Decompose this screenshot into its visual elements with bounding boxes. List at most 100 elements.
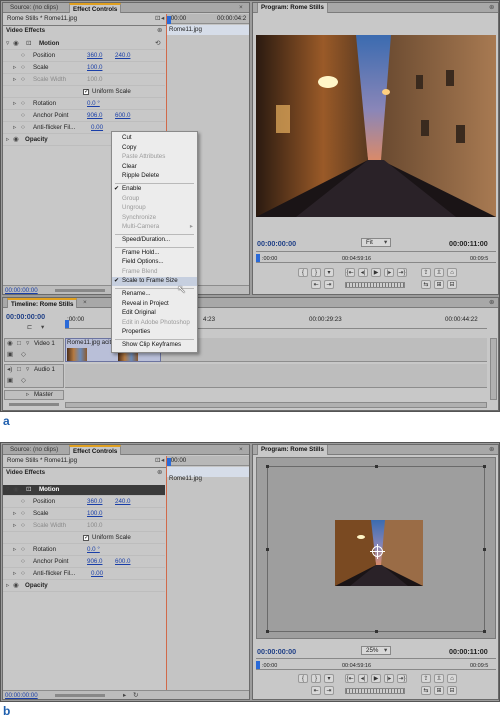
jog-slider[interactable] (345, 688, 405, 694)
marker-icon[interactable]: ▾ (324, 674, 334, 683)
fit-dropdown[interactable]: Fit ▾ (361, 238, 391, 247)
playhead-marker[interactable] (256, 661, 260, 669)
go-to-next-edit-icon[interactable]: ⇥ (324, 280, 334, 289)
expand-icon[interactable]: ▹ (13, 546, 16, 554)
vertical-scrollbar[interactable] (490, 338, 497, 400)
anchor-x-value[interactable]: 906.0 (87, 112, 102, 120)
safe-margin-icon[interactable]: ⊟ (447, 280, 457, 289)
rotation-value[interactable]: 0.0 ° (87, 100, 100, 108)
scale-value[interactable]: 100.0 (87, 510, 102, 518)
menu-item[interactable]: Reveal in Project (112, 300, 197, 309)
play-audio-icon[interactable]: ▸ (123, 692, 126, 699)
close-icon[interactable]: × (239, 4, 243, 12)
menu-item[interactable]: Ripple Delete (112, 172, 197, 181)
tab-timeline[interactable]: Timeline: Rome Stills (7, 298, 78, 308)
tab-effect-controls[interactable]: Effect Controls (69, 445, 122, 455)
mark-out-icon[interactable]: } (311, 674, 321, 683)
handle[interactable] (375, 630, 378, 633)
loop-icon[interactable]: ↻ (133, 692, 138, 699)
ec-time[interactable]: 00:00:00:00 (5, 692, 38, 699)
menu-item[interactable]: Show Clip Keyframes (112, 341, 197, 350)
expand-icon[interactable]: ▹ (13, 64, 16, 72)
stopwatch-icon[interactable]: ○ (21, 570, 25, 578)
extract-icon[interactable]: ⇫ (434, 674, 444, 683)
handle[interactable] (483, 548, 486, 551)
go-to-out-icon[interactable]: ⇥} (397, 268, 407, 277)
go-to-out-icon[interactable]: ⇥} (397, 674, 407, 683)
stopwatch-icon[interactable]: ○ (21, 510, 25, 518)
panel-menu-icon[interactable]: ⊛ (489, 4, 494, 12)
speaker-icon[interactable]: ◂) (7, 366, 12, 374)
stopwatch-icon[interactable]: ○ (21, 112, 25, 120)
anchor-crosshair-icon[interactable] (370, 544, 385, 559)
collapse-icon[interactable]: ◂ (161, 15, 164, 23)
stopwatch-icon[interactable]: ○ (21, 546, 25, 554)
timeline-scrollbar[interactable] (65, 402, 487, 408)
stopwatch-icon[interactable]: ○ (21, 100, 25, 108)
safe-margin-icon[interactable]: ⊟ (447, 686, 457, 695)
position-x-value[interactable]: 360.0 (87, 52, 102, 60)
handle[interactable] (375, 465, 378, 468)
close-icon[interactable]: × (239, 446, 243, 454)
lock-icon[interactable]: □ (17, 366, 21, 374)
anchor-y-value[interactable]: 600.0 (115, 112, 130, 120)
stopwatch-icon[interactable]: ○ (21, 124, 25, 132)
tab-source[interactable]: Source: (no clips) (7, 3, 61, 13)
output-icon[interactable]: ⊞ (434, 280, 444, 289)
handle[interactable] (483, 630, 486, 633)
go-to-prev-edit-icon[interactable]: ⇤ (311, 686, 321, 695)
tab-source[interactable]: Source: (no clips) (7, 445, 61, 455)
step-forward-icon[interactable]: |▸ (384, 268, 394, 277)
export-frame-icon[interactable]: ⌂ (447, 674, 457, 683)
opacity-row[interactable]: ▹ ◉ Opacity (3, 581, 165, 592)
mark-out-icon[interactable]: } (311, 268, 321, 277)
lift-icon[interactable]: ⇪ (421, 268, 431, 277)
program-ruler[interactable]: :00:00 00:04:59:16 00:09:5 (256, 658, 496, 670)
panel-options-icon[interactable]: ⊡ (155, 457, 160, 465)
step-forward-icon[interactable]: |▸ (384, 674, 394, 683)
timeline-current-time[interactable]: 00:00:00:00 (6, 312, 45, 321)
position-y-value[interactable]: 240.0 (115, 498, 130, 506)
effect-toggle-icon[interactable]: ◉ (13, 136, 19, 144)
antiflicker-value[interactable]: 0.00 (91, 570, 103, 578)
menu-item[interactable]: Clear (112, 163, 197, 172)
expand-icon[interactable]: ▹ (13, 570, 16, 578)
trim-icon[interactable]: ⇆ (421, 686, 431, 695)
export-frame-icon[interactable]: ⌂ (447, 268, 457, 277)
panel-options-icon[interactable]: ⊡ (155, 15, 160, 23)
uniform-scale-checkbox[interactable]: ✓ (83, 89, 89, 95)
panel-menu-icon[interactable]: ⊛ (489, 299, 494, 307)
effects-menu-icon[interactable]: ⊛ (157, 469, 162, 477)
menu-item[interactable]: Field Options... (112, 258, 197, 267)
display-style-icon[interactable]: ▣ (7, 351, 13, 359)
marker-icon[interactable]: ▾ (41, 324, 44, 332)
snap-icon[interactable]: ⊏ (27, 324, 32, 332)
extract-icon[interactable]: ⇫ (434, 268, 444, 277)
effects-menu-icon[interactable]: ⊛ (157, 27, 162, 35)
playhead-marker[interactable] (256, 254, 260, 262)
tab-program[interactable]: Program: Rome Stills (257, 445, 328, 455)
menu-item[interactable]: ✔ Enable (112, 185, 197, 194)
trim-icon[interactable]: ⇆ (421, 280, 431, 289)
menu-item[interactable]: Frame Hold... (112, 249, 197, 258)
ec-zoom-slider[interactable] (55, 694, 105, 697)
go-to-prev-edit-icon[interactable]: ⇤ (311, 280, 321, 289)
step-back-icon[interactable]: ◂| (358, 268, 368, 277)
output-icon[interactable]: ⊞ (434, 686, 444, 695)
program-current-time[interactable]: 00:00:00:00 (257, 239, 296, 248)
expand-icon[interactable]: ▿ (6, 486, 9, 494)
expand-icon[interactable]: ▿ (26, 340, 29, 348)
effect-toggle-icon[interactable]: ◉ (13, 486, 19, 494)
menu-item[interactable]: Copy (112, 144, 197, 153)
ec-time[interactable]: 00:00:00:00 (5, 287, 38, 294)
go-to-next-edit-icon[interactable]: ⇥ (324, 686, 334, 695)
mark-in-icon[interactable]: { (298, 268, 308, 277)
menu-item[interactable]: Properties (112, 328, 197, 337)
go-to-in-icon[interactable]: {⇤ (345, 268, 355, 277)
antiflicker-value[interactable]: 0.00 (91, 124, 103, 132)
close-icon[interactable]: × (83, 299, 87, 307)
menu-item[interactable]: Cut (112, 134, 197, 143)
stopwatch-icon[interactable]: ○ (21, 64, 25, 72)
expand-icon[interactable]: ▹ (6, 582, 9, 590)
menu-item[interactable]: Speed/Duration... (112, 236, 197, 245)
